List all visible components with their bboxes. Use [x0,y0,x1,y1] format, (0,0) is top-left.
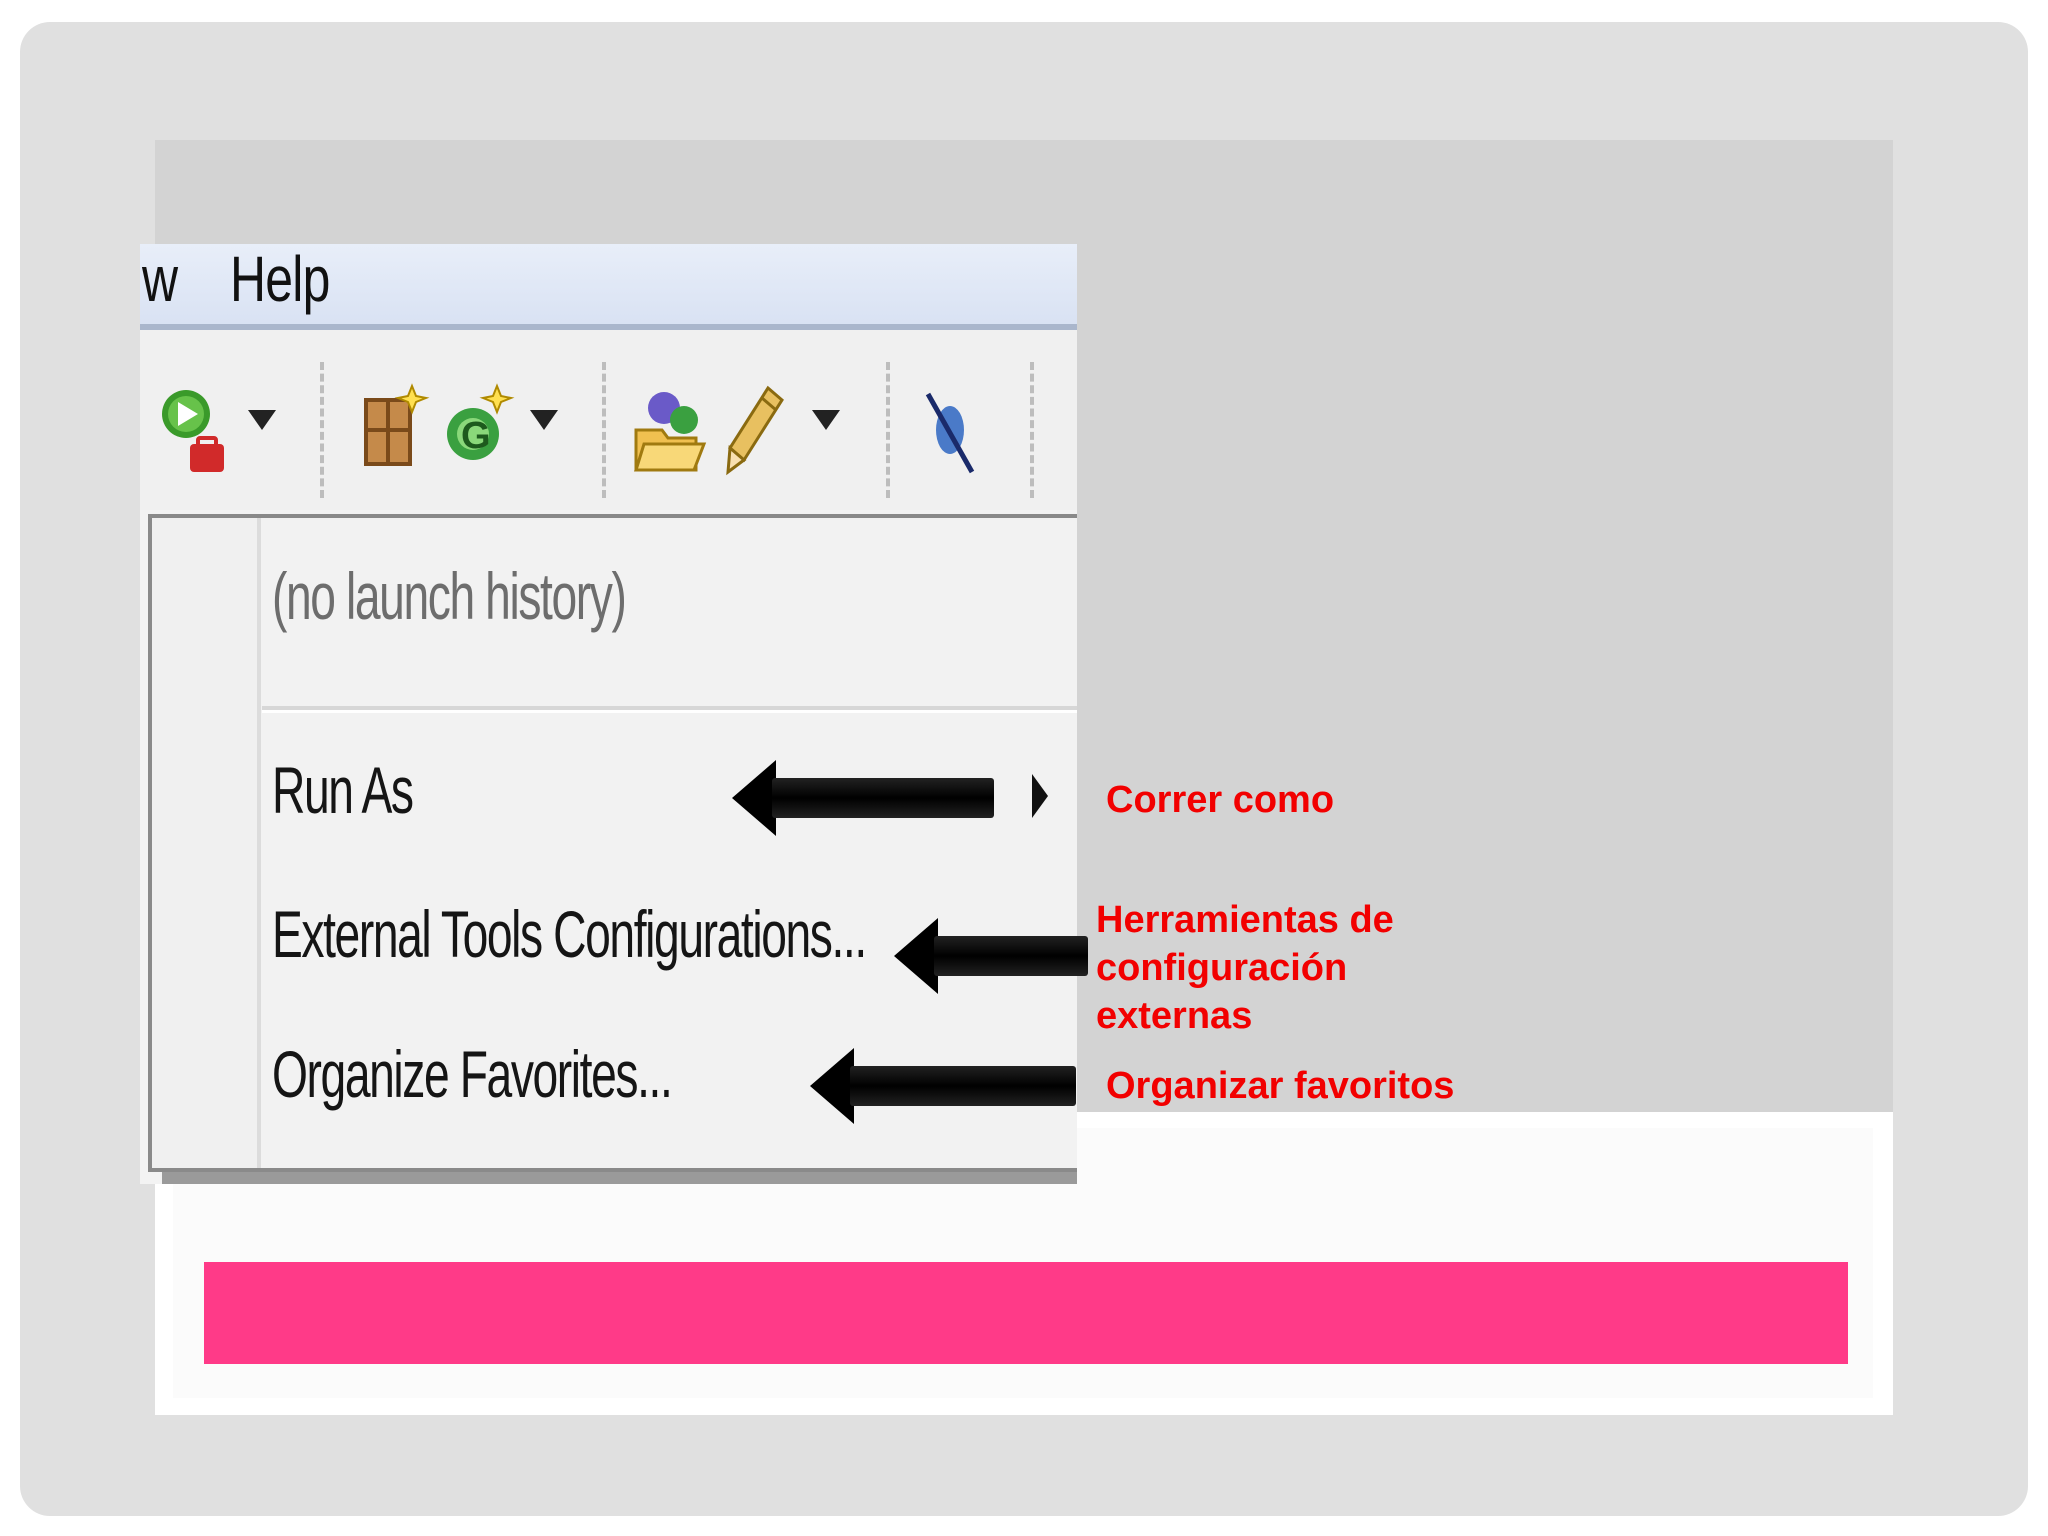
arrow-left-icon [810,1046,1076,1126]
run-icon[interactable] [158,380,228,480]
svg-text:G: G [461,415,491,457]
new-interface-icon[interactable]: G [445,380,515,480]
toolbar-separator [886,362,890,498]
toolbar-separator [602,362,606,498]
menu-item-no-launch-history: (no launch history) [272,559,627,633]
arrow-left-icon [732,758,996,838]
skip-breakpoints-icon[interactable] [922,380,982,480]
menu-item-external-tools-configurations[interactable]: External Tools Configurations... [272,896,867,972]
annotation-external-tools-line2: configuración [1096,947,1348,989]
toolbar-separator [1030,362,1034,498]
toolbar-separator [320,362,324,498]
menu-gutter [152,518,261,1168]
eclipse-screenshot: w Help G (no launch history) Run As Exte… [140,244,1077,1184]
arrow-left-icon [894,916,1088,996]
annotation-external-tools-line3: externas [1096,995,1253,1037]
menu-window[interactable]: w [142,244,178,316]
pencil-icon[interactable] [722,380,792,480]
menu-item-organize-favorites[interactable]: Organize Favorites... [272,1036,673,1112]
menu-help[interactable]: Help [230,244,330,316]
menu-separator [262,706,1077,713]
annotation-external-tools-line1: Herramientas de [1096,899,1394,941]
annotation-run-as: Correr como [1106,779,1335,821]
toolbar: G [140,330,1077,510]
annotation-organize-favorites: Organizar favoritos [1106,1065,1455,1107]
new-class-icon[interactable] [360,380,430,480]
new-dropdown-arrow[interactable] [530,410,558,430]
annotation-external-tools: Herramientas de configuración externas [1096,896,1394,1040]
menu-bar: w Help [140,244,1077,330]
menu-item-run-as[interactable]: Run As [272,752,414,828]
accent-bar [204,1262,1848,1364]
tools-dropdown-arrow[interactable] [812,410,840,430]
submenu-arrow-icon [1032,774,1048,818]
open-folder-icon[interactable] [632,380,712,480]
run-dropdown-arrow[interactable] [248,410,276,430]
